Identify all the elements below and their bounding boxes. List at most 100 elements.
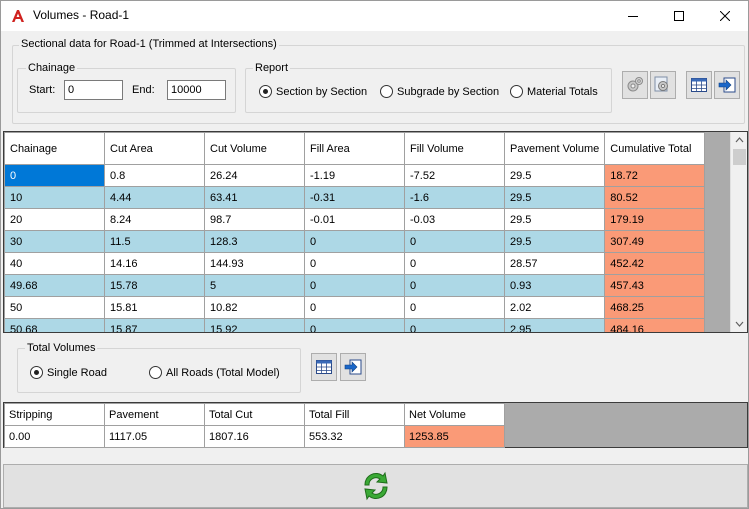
totals-value-total-cut[interactable]: 1807.16 [204, 425, 305, 448]
cell-fill-volume[interactable]: 0 [404, 230, 505, 253]
cell-fill-volume[interactable]: 0 [404, 296, 505, 319]
table-view-button[interactable] [686, 71, 712, 99]
minimize-button[interactable] [610, 1, 656, 31]
cell-cut-volume[interactable]: 10.82 [204, 296, 305, 319]
totals-value-net-volume[interactable]: 1253.85 [404, 425, 505, 448]
cell-fill-area[interactable]: -1.19 [304, 164, 405, 187]
cell-fill-volume[interactable]: -0.03 [404, 208, 505, 231]
cell-cumulative-total[interactable]: 80.52 [604, 186, 706, 209]
cell-pavement-volume[interactable]: 29.5 [503, 186, 606, 209]
totals-export-button[interactable] [340, 353, 366, 381]
start-input[interactable]: 0 [64, 80, 123, 100]
cell-fill-volume[interactable]: 0 [404, 274, 505, 297]
cell-chainage[interactable]: 50.68 [4, 318, 105, 332]
table-row[interactable]: 50 15.81 10.82 0 0 2.02 468.25 [4, 296, 706, 319]
table-row[interactable]: 0 0.8 26.24 -1.19 -7.52 29.5 18.72 [4, 164, 706, 187]
settings-export-button[interactable] [650, 71, 676, 99]
cell-fill-area[interactable]: 0 [304, 230, 405, 253]
radio-material-totals[interactable]: Material Totals [510, 85, 598, 98]
cell-cut-area[interactable]: 11.5 [104, 230, 205, 253]
settings-button[interactable] [622, 71, 648, 99]
table-row[interactable]: 49.68 15.78 5 0 0 0.93 457.43 [4, 274, 706, 297]
totals-table-button[interactable] [311, 353, 337, 381]
cell-cut-volume[interactable]: 15.92 [204, 318, 305, 332]
totals-value-stripping[interactable]: 0.00 [4, 425, 105, 448]
column-header-cut-volume[interactable]: Cut Volume [204, 132, 305, 165]
cell-cut-area[interactable]: 14.16 [104, 252, 205, 275]
cell-chainage[interactable]: 50 [4, 296, 105, 319]
scroll-down-icon[interactable] [731, 316, 748, 332]
column-header-fill-area[interactable]: Fill Area [304, 132, 405, 165]
cell-pavement-volume[interactable]: 29.5 [503, 230, 606, 253]
cell-fill-area[interactable]: 0 [304, 318, 405, 332]
cell-pavement-volume[interactable]: 29.5 [503, 208, 606, 231]
cell-pavement-volume[interactable]: 28.57 [503, 252, 606, 275]
cell-cumulative-total[interactable]: 484.16 [604, 318, 706, 332]
cell-cut-volume[interactable]: 26.24 [204, 164, 305, 187]
cell-fill-area[interactable]: 0 [304, 252, 405, 275]
cell-fill-volume[interactable]: -1.6 [404, 186, 505, 209]
cell-chainage[interactable]: 20 [4, 208, 105, 231]
table-row[interactable]: 50.68 15.87 15.92 0 0 2.95 484.16 [4, 318, 706, 332]
cell-chainage[interactable]: 49.68 [4, 274, 105, 297]
column-header-cumulative-total[interactable]: Cumulative Total [604, 132, 706, 165]
cell-cut-area[interactable]: 4.44 [104, 186, 205, 209]
radio-single-road[interactable]: Single Road [30, 366, 107, 379]
cell-fill-area[interactable]: 0 [304, 296, 405, 319]
column-header-chainage[interactable]: Chainage [4, 132, 105, 165]
totals-header-total-fill: Total Fill [304, 403, 405, 426]
cell-cumulative-total[interactable]: 457.43 [604, 274, 706, 297]
totals-grid[interactable]: Stripping Pavement Total Cut Total Fill … [3, 402, 748, 448]
cell-chainage[interactable]: 30 [4, 230, 105, 253]
cell-fill-area[interactable]: 0 [304, 274, 405, 297]
cell-chainage[interactable]: 10 [4, 186, 105, 209]
cell-cut-area[interactable]: 15.87 [104, 318, 205, 332]
cell-fill-area[interactable]: -0.31 [304, 186, 405, 209]
cell-fill-area[interactable]: -0.01 [304, 208, 405, 231]
cell-cumulative-total[interactable]: 179.19 [604, 208, 706, 231]
cell-cut-volume[interactable]: 144.93 [204, 252, 305, 275]
cell-cumulative-total[interactable]: 18.72 [604, 164, 706, 187]
end-input[interactable]: 10000 [167, 80, 226, 100]
cell-cut-area[interactable]: 15.81 [104, 296, 205, 319]
cell-cumulative-total[interactable]: 307.49 [604, 230, 706, 253]
scroll-thumb[interactable] [733, 149, 746, 165]
cell-chainage[interactable]: 40 [4, 252, 105, 275]
table-row[interactable]: 40 14.16 144.93 0 0 28.57 452.42 [4, 252, 706, 275]
close-button[interactable] [702, 1, 748, 31]
cell-cut-volume[interactable]: 63.41 [204, 186, 305, 209]
table-row[interactable]: 20 8.24 98.7 -0.01 -0.03 29.5 179.19 [4, 208, 706, 231]
radio-section-by-section[interactable]: Section by Section [259, 85, 367, 98]
export-button[interactable] [714, 71, 740, 99]
radio-all-roads[interactable]: All Roads (Total Model) [149, 366, 280, 379]
cell-cut-volume[interactable]: 5 [204, 274, 305, 297]
sections-grid[interactable]: Chainage Cut Area Cut Volume Fill Area Fill … [3, 131, 748, 333]
refresh-button[interactable] [3, 464, 748, 508]
cell-fill-volume[interactable]: -7.52 [404, 164, 505, 187]
cell-cumulative-total[interactable]: 468.25 [604, 296, 706, 319]
cell-cut-area[interactable]: 8.24 [104, 208, 205, 231]
table-row[interactable]: 30 11.5 128.3 0 0 29.5 307.49 [4, 230, 706, 253]
table-row[interactable]: 10 4.44 63.41 -0.31 -1.6 29.5 80.52 [4, 186, 706, 209]
cell-cut-volume[interactable]: 128.3 [204, 230, 305, 253]
scroll-up-icon[interactable] [731, 132, 748, 148]
column-header-cut-area[interactable]: Cut Area [104, 132, 205, 165]
cell-cut-area[interactable]: 15.78 [104, 274, 205, 297]
cell-pavement-volume[interactable]: 0.93 [503, 274, 606, 297]
cell-cumulative-total[interactable]: 452.42 [604, 252, 706, 275]
column-header-fill-volume[interactable]: Fill Volume [404, 132, 505, 165]
radio-subgrade-by-section[interactable]: Subgrade by Section [380, 85, 499, 98]
vertical-scrollbar[interactable] [730, 132, 747, 332]
cell-pavement-volume[interactable]: 2.02 [503, 296, 606, 319]
cell-fill-volume[interactable]: 0 [404, 252, 505, 275]
cell-pavement-volume[interactable]: 2.95 [503, 318, 606, 332]
totals-value-total-fill[interactable]: 553.32 [304, 425, 405, 448]
cell-cut-area[interactable]: 0.8 [104, 164, 205, 187]
totals-value-pavement[interactable]: 1117.05 [104, 425, 205, 448]
cell-cut-volume[interactable]: 98.7 [204, 208, 305, 231]
cell-fill-volume[interactable]: 0 [404, 318, 505, 332]
cell-pavement-volume[interactable]: 29.5 [503, 164, 606, 187]
column-header-pavement-volume[interactable]: Pavement Volume [503, 132, 606, 165]
cell-chainage[interactable]: 0 [4, 164, 105, 187]
maximize-button[interactable] [656, 1, 702, 31]
